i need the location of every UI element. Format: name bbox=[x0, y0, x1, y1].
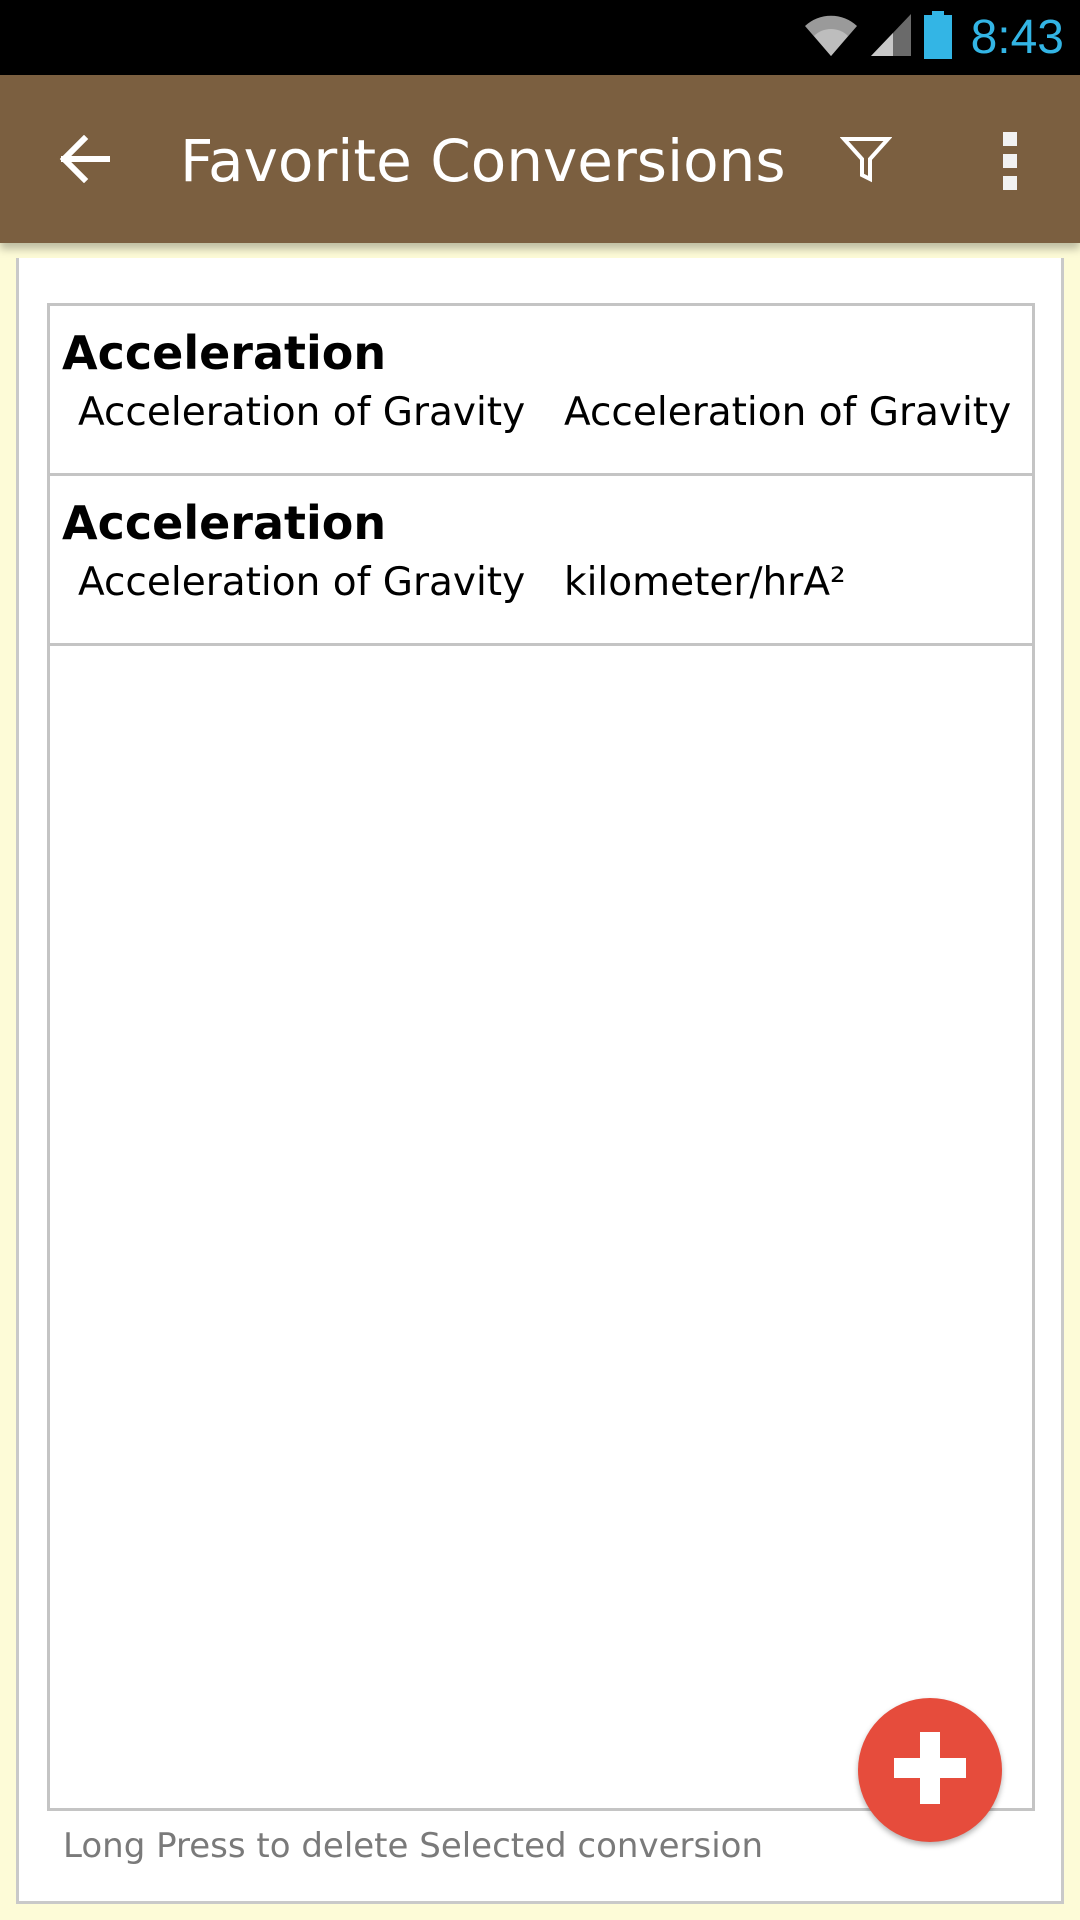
back-button[interactable] bbox=[48, 125, 120, 197]
page-title: Favorite Conversions bbox=[180, 127, 786, 195]
filter-button[interactable] bbox=[826, 125, 906, 197]
hint-text: Long Press to delete Selected conversion bbox=[63, 1826, 764, 1866]
list-item[interactable]: Acceleration Acceleration of Gravity kil… bbox=[50, 476, 1032, 646]
wifi-icon bbox=[803, 12, 859, 63]
item-category: Acceleration bbox=[62, 326, 387, 380]
item-category: Acceleration bbox=[62, 496, 387, 550]
add-conversion-button[interactable] bbox=[858, 1698, 1002, 1842]
back-arrow-icon bbox=[58, 134, 111, 188]
status-bar: 8:43 bbox=[0, 0, 1080, 75]
overflow-dot bbox=[1003, 132, 1017, 146]
favorites-list[interactable]: Acceleration Acceleration of Gravity Acc… bbox=[47, 303, 1035, 1811]
item-from-unit: Acceleration of Gravity bbox=[78, 560, 526, 605]
plus-icon bbox=[890, 1728, 970, 1813]
cell-signal-icon bbox=[869, 12, 913, 63]
list-item[interactable]: Acceleration Acceleration of Gravity Acc… bbox=[50, 306, 1032, 476]
app-bar: Favorite Conversions bbox=[0, 75, 1080, 243]
overflow-dot bbox=[1003, 176, 1017, 190]
favorites-card: Acceleration Acceleration of Gravity Acc… bbox=[16, 258, 1064, 1904]
item-to-unit: Acceleration of Gravity bbox=[564, 390, 1012, 435]
status-time: 8:43 bbox=[970, 11, 1064, 64]
overflow-dot bbox=[1003, 154, 1017, 168]
overflow-menu-icon[interactable] bbox=[990, 125, 1030, 197]
battery-icon bbox=[923, 10, 953, 65]
item-to-unit: kilometer/hrA² bbox=[564, 560, 846, 605]
filter-icon bbox=[839, 133, 893, 190]
status-icons: 8:43 bbox=[803, 0, 1080, 75]
item-from-unit: Acceleration of Gravity bbox=[78, 390, 526, 435]
